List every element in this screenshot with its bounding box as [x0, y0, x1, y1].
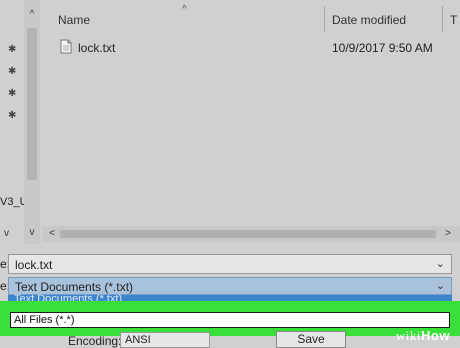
filename-value: lock.txt — [15, 258, 53, 272]
dropdown-option-all-files[interactable]: All Files (*.*) — [10, 312, 450, 328]
text-file-icon — [60, 39, 72, 54]
pin-icon: ✱ — [8, 110, 17, 121]
watermark-how: How — [421, 328, 450, 343]
scroll-down-icon[interactable]: v — [24, 224, 40, 242]
chevron-down-icon[interactable]: ⌄ — [436, 279, 445, 292]
scroll-right-icon[interactable]: > — [442, 226, 454, 242]
scroll-thumb[interactable] — [27, 28, 37, 180]
column-header-row: ^ Name Date modified T — [42, 4, 460, 32]
column-divider[interactable] — [324, 6, 325, 32]
highlight-band: All Files (*.*) — [0, 301, 460, 336]
scroll-left-icon[interactable]: < — [46, 226, 58, 242]
filename-input[interactable]: lock.txt ⌄ — [8, 254, 452, 274]
nav-scrollbar[interactable]: ^ v — [24, 0, 40, 244]
pin-icon: ✱ — [8, 66, 17, 77]
sort-ascending-icon: ^ — [182, 4, 187, 15]
chevron-down-icon[interactable]: ⌄ — [436, 257, 445, 270]
scroll-thumb[interactable] — [60, 230, 436, 238]
save-form: e: lock.txt ⌄ e: Text Documents (*.txt) … — [0, 244, 460, 348]
encoding-label: Encoding: — [68, 334, 122, 348]
chevron-down-icon[interactable]: v — [4, 228, 9, 239]
encoding-select[interactable]: ANSI — [120, 332, 210, 348]
column-divider[interactable] — [442, 6, 443, 32]
save-as-type-value: Text Documents (*.txt) — [15, 280, 134, 294]
horizontal-scrollbar[interactable]: < > — [42, 226, 460, 242]
column-header-type[interactable]: T — [450, 13, 457, 27]
file-date-modified: 10/9/2017 9:50 AM — [332, 41, 433, 55]
column-header-date-modified[interactable]: Date modified — [332, 13, 406, 27]
file-list: ^ Name Date modified T lock.txt 10/9/201… — [42, 0, 460, 226]
pin-icon: ✱ — [8, 88, 17, 99]
all-files-label: All Files (*.*) — [14, 314, 75, 326]
encoding-value: ANSI — [125, 334, 151, 346]
scroll-up-icon[interactable]: ^ — [24, 6, 40, 24]
file-row[interactable]: lock.txt 10/9/2017 9:50 AM — [42, 36, 460, 58]
file-name: lock.txt — [78, 41, 116, 55]
save-button[interactable]: Save — [276, 331, 346, 348]
pin-icon: ✱ — [8, 44, 17, 55]
navigation-pane: ✱ ✱ ✱ ✱ V3_U v ^ v — [0, 0, 42, 244]
column-header-name[interactable]: Name — [58, 13, 90, 27]
wikihow-watermark: wikiHow — [396, 328, 450, 344]
watermark-wiki: wiki — [395, 328, 422, 343]
